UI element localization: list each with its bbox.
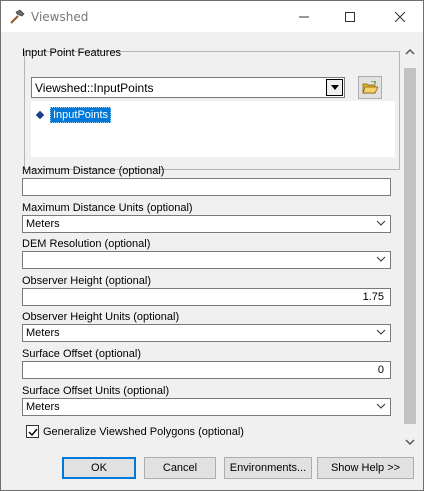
observer-height-input[interactable]: 1.75 [22,288,391,306]
surface-offset-label: Surface Offset (optional) [22,348,142,360]
surface-offset-input[interactable]: 0 [22,361,391,379]
observer-height-label: Observer Height (optional) [22,275,152,287]
parameters-panel: Input Point Features Viewshed::InputPoin… [12,42,400,452]
browse-button[interactable] [358,76,382,99]
point-layer-icon [35,110,45,120]
dem-resolution-label: DEM Resolution (optional) [22,238,151,250]
checkmark-icon [28,428,38,436]
generalize-option[interactable]: Generalize Viewshed Polygons (optional) [26,425,244,438]
surface-offset-units-value: Meters [26,401,60,413]
list-item-label: InputPoints [50,107,112,123]
max-distance-units-label: Maximum Distance Units (optional) [22,202,193,214]
environments-button[interactable]: Environments... [224,457,312,479]
viewshed-dialog: Viewshed Input Point Features Viewshed::… [0,0,424,491]
chevron-down-icon [405,439,415,446]
triangle-down-icon [330,85,339,90]
window-title: Viewshed [31,10,89,24]
generalize-label: Generalize Viewshed Polygons (optional) [43,425,244,438]
max-distance-units-value: Meters [26,218,60,230]
generalize-checkbox[interactable] [26,425,39,438]
observer-height-units-select[interactable]: Meters [22,324,391,342]
surface-offset-value: 0 [377,364,384,376]
scroll-down-button[interactable] [400,432,420,452]
title-bar[interactable]: Viewshed [1,1,423,32]
maximize-button[interactable] [327,1,373,32]
dem-resolution-select[interactable] [22,251,391,269]
chevron-up-icon [405,48,415,55]
vertical-scrollbar[interactable] [400,42,420,452]
cancel-button[interactable]: Cancel [144,457,216,479]
input-features-label: Input Point Features [22,47,122,59]
dialog-body: Input Point Features Viewshed::InputPoin… [2,32,423,490]
hammer-icon [10,9,25,24]
max-distance-label: Maximum Distance (optional) [22,165,165,177]
scroll-up-button[interactable] [400,42,420,62]
observer-height-units-label: Observer Height Units (optional) [22,311,180,323]
scroll-thumb[interactable] [404,68,416,424]
max-distance-units-select[interactable]: Meters [22,215,391,233]
chevron-down-icon [376,403,386,409]
close-icon [395,11,405,22]
input-features-value: Viewshed::InputPoints [35,81,154,95]
maximize-icon [345,11,355,22]
close-button[interactable] [377,1,423,32]
list-item[interactable]: InputPoints [35,107,112,123]
surface-offset-units-label: Surface Offset Units (optional) [22,385,170,397]
chevron-down-icon [376,256,386,262]
ok-button[interactable]: OK [62,457,136,479]
max-distance-input[interactable] [22,178,391,196]
combo-dropdown-button[interactable] [326,79,343,96]
chevron-down-icon [376,329,386,335]
surface-offset-units-select[interactable]: Meters [22,398,391,416]
observer-height-units-value: Meters [26,327,60,339]
show-help-button[interactable]: Show Help >> [317,457,414,479]
chevron-down-icon [376,220,386,226]
open-folder-icon [362,80,378,93]
input-features-list[interactable]: InputPoints [31,101,395,157]
minimize-button[interactable] [281,1,327,32]
observer-height-value: 1.75 [362,291,384,303]
input-features-combo[interactable]: Viewshed::InputPoints [31,77,345,98]
minimize-icon [299,16,309,17]
